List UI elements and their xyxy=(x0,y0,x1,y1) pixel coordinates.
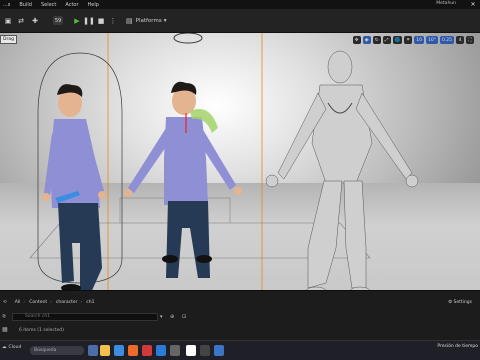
taskbar-search-input[interactable]: Búsqueda xyxy=(30,346,84,355)
rotate-icon[interactable]: ↻ xyxy=(372,36,381,44)
terminal-icon[interactable] xyxy=(200,345,210,356)
viewport-toolbar: ✥ ◉ ↻ ⤢ 🌐 ⌗ 10 10° 0.25 4 ⛶ xyxy=(352,36,474,44)
filter-icon[interactable]: ▾ xyxy=(160,313,163,321)
settings-button[interactable]: ⚙ Settings xyxy=(448,300,472,305)
surface-snap-icon[interactable]: ⌗ xyxy=(404,36,413,44)
cloud-icon: ☁ xyxy=(2,345,7,350)
search-sidebar-icon[interactable]: ⌕ xyxy=(2,312,5,320)
stop-icon[interactable]: ■ xyxy=(96,16,106,26)
store-icon[interactable] xyxy=(156,345,166,356)
settings-label: Settings xyxy=(453,300,472,305)
scale-snap-value[interactable]: 0.25 xyxy=(439,36,454,44)
fps-badge: 59 xyxy=(53,16,63,25)
light-gizmo xyxy=(173,33,203,44)
system-tray[interactable]: Presión de tiempo xyxy=(437,344,478,350)
platforms-menu[interactable]: ▤ Platforms ▾ xyxy=(126,15,166,27)
mode-select-icon[interactable]: ⇄ xyxy=(16,16,26,26)
history-icon[interactable]: ⟲ xyxy=(3,300,7,305)
menu-item-help[interactable]: Help xyxy=(88,2,99,8)
grid-snap-value[interactable]: 10 xyxy=(414,36,424,44)
add-actor-icon[interactable]: ✚ xyxy=(30,16,40,26)
save-icon[interactable]: ▣ xyxy=(3,16,13,26)
settings-app-icon[interactable] xyxy=(170,345,180,356)
add-filter-icon[interactable]: ⊕ xyxy=(170,313,174,321)
platforms-icon: ▤ xyxy=(126,17,133,25)
maximize-icon[interactable]: ⛶ xyxy=(466,36,474,44)
world-icon[interactable]: 🌐 xyxy=(392,36,403,44)
edge-icon[interactable] xyxy=(114,345,124,356)
pause-icon[interactable]: ❚❚ xyxy=(83,16,95,26)
main-toolbar: ▣ ⇄ ✚ 59 ▶ ❚❚ ■ ⋮ ▤ Platforms ▾ xyxy=(0,9,480,33)
task-view-icon[interactable] xyxy=(88,345,98,356)
breadcrumb: ⟲ All › Content › character › ch1 ⚙ Sett… xyxy=(3,300,472,305)
play-icon[interactable]: ▶ xyxy=(72,16,82,26)
camera-speed-value[interactable]: 4 xyxy=(456,36,464,44)
os-taskbar: ☁ Cloud Búsqueda Presión de tiempo xyxy=(0,340,480,360)
menu-item-build[interactable]: Build xyxy=(19,2,32,8)
breadcrumb-character[interactable]: character xyxy=(56,300,78,305)
window-close-button[interactable]: ✕ xyxy=(466,0,480,9)
translate-icon[interactable]: ✥ xyxy=(352,36,361,44)
lock-icon[interactable]: ⊡ xyxy=(182,313,186,321)
window-title: Metahun xyxy=(436,1,456,6)
unreal-engine-icon[interactable] xyxy=(186,345,196,356)
breadcrumb-all[interactable]: All xyxy=(15,300,21,305)
more-options-icon[interactable]: ⋮ xyxy=(108,16,118,26)
breadcrumb-ch1[interactable]: ch1 xyxy=(86,300,94,305)
menu-bar: ...s Build Select Actor Help Metahun ✕ xyxy=(0,0,480,9)
menu-item-select[interactable]: Select xyxy=(41,2,56,8)
character-left xyxy=(42,84,106,290)
opera-icon[interactable] xyxy=(142,345,152,356)
menu-item-window[interactable]: ...s xyxy=(3,2,10,8)
content-search-input[interactable]: Search ch1 xyxy=(12,313,158,321)
select-mode-icon[interactable]: ◉ xyxy=(362,36,371,44)
platforms-label: Platforms xyxy=(135,18,162,24)
menu-item-actor[interactable]: Actor xyxy=(65,2,78,8)
character-center xyxy=(124,81,242,278)
scale-icon[interactable]: ⤢ xyxy=(382,36,391,44)
viewport-scene xyxy=(29,33,419,290)
viewport-tooltip: Drag xyxy=(0,35,17,44)
file-explorer-icon[interactable] xyxy=(100,345,110,356)
firefox-icon[interactable] xyxy=(128,345,138,356)
collections-icon[interactable]: ▦ xyxy=(2,326,8,333)
chevron-down-icon: ▾ xyxy=(163,18,167,24)
breadcrumb-content[interactable]: Content xyxy=(29,300,47,305)
level-viewport[interactable]: Drag ✥ ◉ ↻ ⤢ 🌐 ⌗ 10 10° 0.25 4 ⛶ xyxy=(0,33,480,290)
content-browser: ⟲ All › Content › character › ch1 ⚙ Sett… xyxy=(0,290,480,340)
weather-widget[interactable]: ☁ Cloud xyxy=(2,345,21,350)
word-icon[interactable] xyxy=(214,345,224,356)
tray-text: Presión de tiempo xyxy=(437,344,478,349)
mannequin xyxy=(265,50,419,290)
rotate-snap-value[interactable]: 10° xyxy=(425,36,438,44)
weather-label: Cloud xyxy=(8,345,22,350)
content-browser-sidebar: ⌕ ▦ xyxy=(0,310,9,338)
item-count-status: 6 items (1 selected) xyxy=(19,328,65,333)
